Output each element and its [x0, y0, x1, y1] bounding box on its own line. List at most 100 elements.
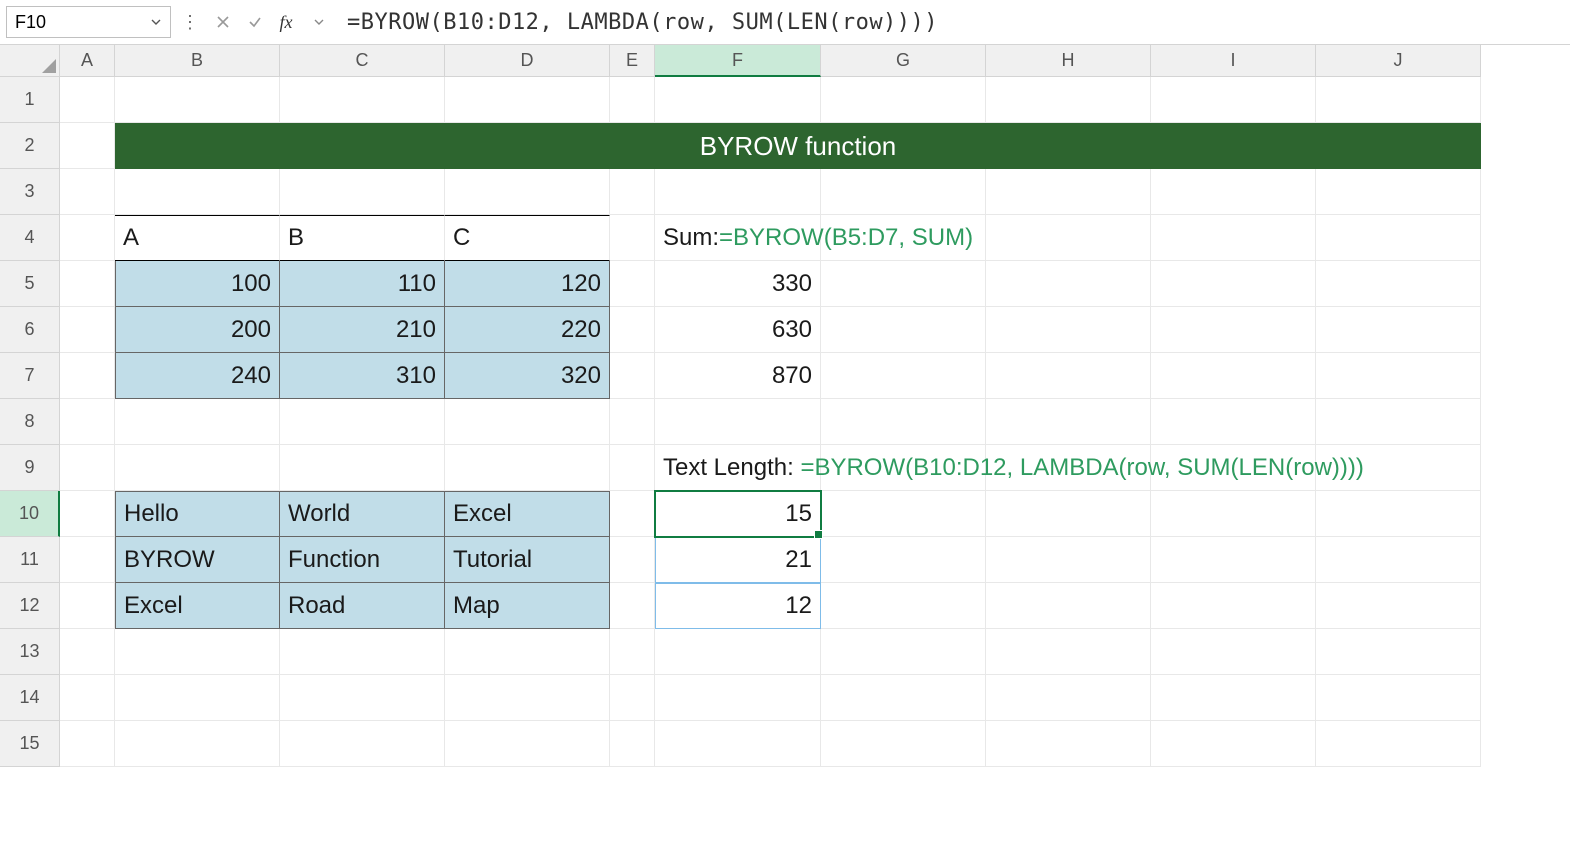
cell-E10[interactable]: [610, 491, 655, 537]
cell-J1[interactable]: [1316, 77, 1481, 123]
col-header-H[interactable]: H: [986, 45, 1151, 77]
cell-F12[interactable]: 12: [655, 583, 821, 629]
accept-formula-icon[interactable]: [241, 8, 269, 36]
cell-G14[interactable]: [821, 675, 986, 721]
cell-F11[interactable]: 21: [655, 537, 821, 583]
name-box-dropdown-icon[interactable]: [150, 16, 162, 28]
cell-H11[interactable]: [986, 537, 1151, 583]
cell-J11[interactable]: [1316, 537, 1481, 583]
cell-E7[interactable]: [610, 353, 655, 399]
cell-B4[interactable]: A: [115, 215, 280, 261]
row-header-15[interactable]: 15: [0, 721, 60, 767]
cell-E9[interactable]: [610, 445, 655, 491]
cell-G3[interactable]: [821, 169, 986, 215]
cell-E1[interactable]: [610, 77, 655, 123]
cell-A3[interactable]: [60, 169, 115, 215]
cell-I3[interactable]: [1151, 169, 1316, 215]
cell-B9[interactable]: [115, 445, 280, 491]
cell-G11[interactable]: [821, 537, 986, 583]
fx-icon[interactable]: fx: [273, 8, 301, 36]
cell-D5[interactable]: 120: [445, 261, 610, 307]
cell-H13[interactable]: [986, 629, 1151, 675]
cell-C8[interactable]: [280, 399, 445, 445]
cell-B10[interactable]: Hello: [115, 491, 280, 537]
cell-E6[interactable]: [610, 307, 655, 353]
cell-J5[interactable]: [1316, 261, 1481, 307]
cell-G15[interactable]: [821, 721, 986, 767]
row-header-14[interactable]: 14: [0, 675, 60, 721]
cell-C10[interactable]: World: [280, 491, 445, 537]
cell-E14[interactable]: [610, 675, 655, 721]
name-box[interactable]: F10: [6, 6, 171, 38]
row-header-12[interactable]: 12: [0, 583, 60, 629]
cell-D13[interactable]: [445, 629, 610, 675]
cell-G8[interactable]: [821, 399, 986, 445]
cell-B13[interactable]: [115, 629, 280, 675]
cell-E5[interactable]: [610, 261, 655, 307]
cell-F8[interactable]: [655, 399, 821, 445]
cell-C6[interactable]: 210: [280, 307, 445, 353]
cell-F6[interactable]: 630: [655, 307, 821, 353]
cell-D4[interactable]: C: [445, 215, 610, 261]
cell-I6[interactable]: [1151, 307, 1316, 353]
col-header-A[interactable]: A: [60, 45, 115, 77]
row-header-11[interactable]: 11: [0, 537, 60, 583]
cell-I12[interactable]: [1151, 583, 1316, 629]
cell-H14[interactable]: [986, 675, 1151, 721]
row-header-13[interactable]: 13: [0, 629, 60, 675]
col-header-I[interactable]: I: [1151, 45, 1316, 77]
col-header-G[interactable]: G: [821, 45, 986, 77]
cell-D12[interactable]: Map: [445, 583, 610, 629]
cell-B8[interactable]: [115, 399, 280, 445]
cell-G5[interactable]: [821, 261, 986, 307]
cell-D11[interactable]: Tutorial: [445, 537, 610, 583]
cell-E15[interactable]: [610, 721, 655, 767]
cell-A8[interactable]: [60, 399, 115, 445]
cell-J6[interactable]: [1316, 307, 1481, 353]
cell-C14[interactable]: [280, 675, 445, 721]
row-header-9[interactable]: 9: [0, 445, 60, 491]
cell-F5[interactable]: 330: [655, 261, 821, 307]
cell-H15[interactable]: [986, 721, 1151, 767]
cell-G6[interactable]: [821, 307, 986, 353]
cell-E11[interactable]: [610, 537, 655, 583]
cell-A4[interactable]: [60, 215, 115, 261]
cell-A6[interactable]: [60, 307, 115, 353]
cell-I15[interactable]: [1151, 721, 1316, 767]
cell-A14[interactable]: [60, 675, 115, 721]
cell-J14[interactable]: [1316, 675, 1481, 721]
col-header-C[interactable]: C: [280, 45, 445, 77]
cell-D6[interactable]: 220: [445, 307, 610, 353]
cell-H3[interactable]: [986, 169, 1151, 215]
select-all-corner[interactable]: [0, 45, 60, 77]
cell-C5[interactable]: 110: [280, 261, 445, 307]
cell-F4[interactable]: Sum:=BYROW(B5:D7, SUM): [655, 215, 821, 261]
cell-A9[interactable]: [60, 445, 115, 491]
col-header-E[interactable]: E: [610, 45, 655, 77]
cell-B7[interactable]: 240: [115, 353, 280, 399]
cell-B1[interactable]: [115, 77, 280, 123]
cell-C11[interactable]: Function: [280, 537, 445, 583]
cell-H4[interactable]: [986, 215, 1151, 261]
col-header-D[interactable]: D: [445, 45, 610, 77]
row-header-2[interactable]: 2: [0, 123, 60, 169]
cell-G12[interactable]: [821, 583, 986, 629]
cell-D9[interactable]: [445, 445, 610, 491]
cell-E13[interactable]: [610, 629, 655, 675]
cell-I4[interactable]: [1151, 215, 1316, 261]
cell-J8[interactable]: [1316, 399, 1481, 445]
cell-C1[interactable]: [280, 77, 445, 123]
row-header-10[interactable]: 10: [0, 491, 60, 537]
cell-G7[interactable]: [821, 353, 986, 399]
row-header-6[interactable]: 6: [0, 307, 60, 353]
formula-dropdown-icon[interactable]: [305, 8, 333, 36]
cell-I14[interactable]: [1151, 675, 1316, 721]
cell-B6[interactable]: 200: [115, 307, 280, 353]
cell-G10[interactable]: [821, 491, 986, 537]
cell-F3[interactable]: [655, 169, 821, 215]
cell-A13[interactable]: [60, 629, 115, 675]
cell-B12[interactable]: Excel: [115, 583, 280, 629]
cell-C3[interactable]: [280, 169, 445, 215]
cell-I1[interactable]: [1151, 77, 1316, 123]
cell-E3[interactable]: [610, 169, 655, 215]
